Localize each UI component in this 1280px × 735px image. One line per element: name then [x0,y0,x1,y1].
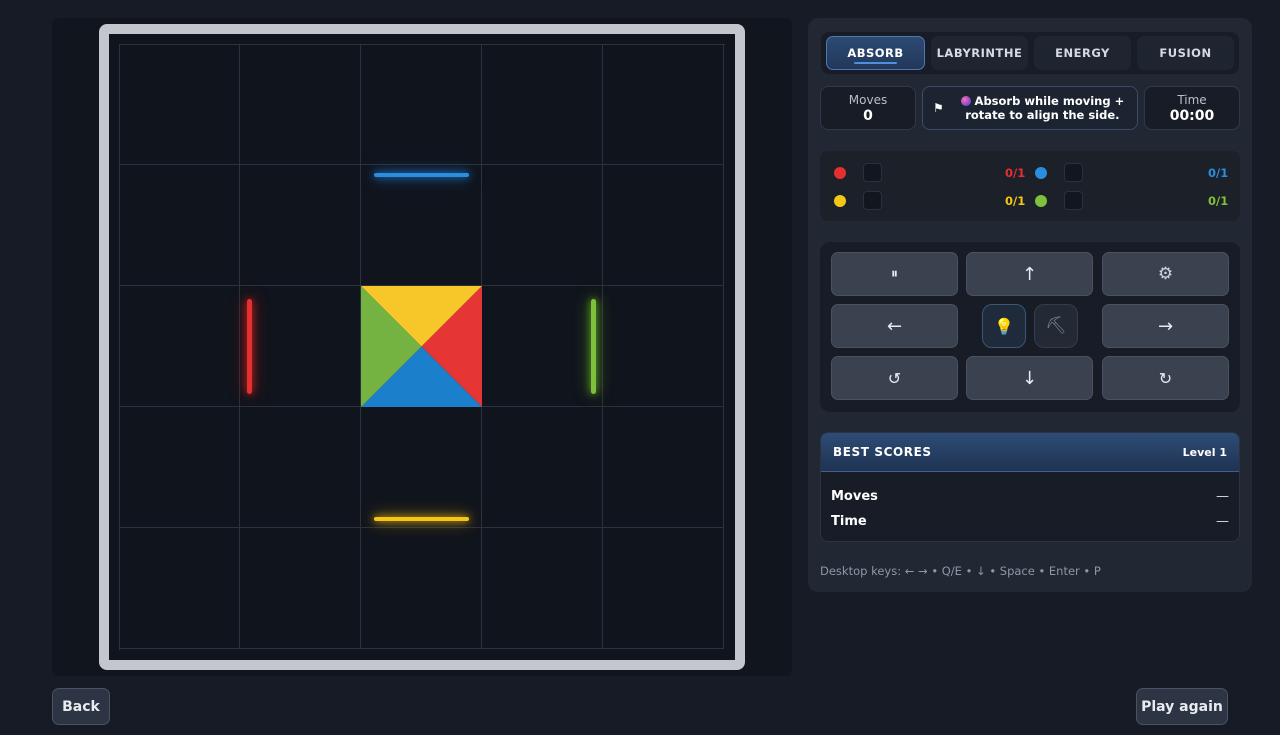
board-cell [361,44,482,165]
hint-text: Absorb while moving + rotate to align th… [956,94,1137,122]
moves-label: Moves [848,92,888,107]
control-panel: ABSORB LABYRINTHE ENERGY FUSION Moves 0 … [808,18,1252,592]
game-board-area [52,18,792,676]
time-value: 00:00 [1169,107,1215,124]
goal-checkbox [1064,163,1083,182]
arrow-left-icon: ← [886,315,903,337]
best-moves-row: Moves — [831,489,1229,504]
yellow-laser-bar [374,517,469,521]
goal-checkbox [863,191,882,210]
moves-counter: Moves 0 [820,86,916,130]
goal-count: 0/1 [1208,166,1229,180]
play-again-button[interactable]: Play again [1136,688,1228,725]
board-cell [361,528,482,649]
back-button[interactable]: Back [52,688,110,725]
tab-labyrinthe[interactable]: LABYRINTHE [931,36,1028,70]
gear-icon: ⚙ [1157,264,1174,284]
control-pad: ⏸ ↑ ⚙ ← 💡 ⛏ → ↺ ↓ ↻ [820,242,1240,412]
board-grid [119,44,725,650]
color-goals: 0/1 0/1 0/1 0/1 [820,151,1240,221]
move-down-button[interactable]: ↓ [966,356,1093,400]
rotate-left-button[interactable]: ↺ [831,356,958,400]
best-scores-title: BEST SCORES [833,445,932,459]
board-cell [119,165,240,286]
board-cell [240,407,361,528]
blue-laser-bar [374,173,469,177]
pause-button[interactable]: ⏸ [831,252,958,296]
settings-button[interactable]: ⚙ [1102,252,1229,296]
board-cell [240,286,361,407]
yellow-dot-icon [834,195,846,207]
rotate-cw-icon: ↻ [1158,368,1173,388]
board-frame [99,24,745,670]
board-cell [240,44,361,165]
orb-icon [960,96,971,106]
board-cell [603,528,724,649]
green-dot-icon [1035,195,1047,207]
timer: Time 00:00 [1144,86,1240,130]
time-label: Time [1177,92,1207,107]
board-cell [603,286,724,407]
player-piece[interactable] [361,286,482,407]
board-cell [603,165,724,286]
mode-tabs: ABSORB LABYRINTHE ENERGY FUSION [821,32,1239,74]
board-cell [119,407,240,528]
goal-red: 0/1 [834,163,1025,183]
arrow-up-icon: ↑ [1021,263,1038,285]
goal-checkbox [863,163,882,182]
board-cell [482,44,603,165]
arrow-right-icon: → [1157,315,1174,337]
red-dot-icon [834,167,846,179]
board-cell [119,528,240,649]
flag-icon: ⚑ [933,101,944,115]
board-cell [240,528,361,649]
board-cell [119,286,240,407]
rotate-right-button[interactable]: ↻ [1102,356,1229,400]
moves-value: 0 [863,107,873,124]
tab-energy[interactable]: ENERGY [1034,36,1131,70]
objective-hint: ⚑ Absorb while moving + rotate to align … [922,86,1138,130]
best-scores-header: BEST SCORES Level 1 [821,433,1239,472]
move-left-button[interactable]: ← [831,304,958,348]
red-laser-bar [247,299,252,394]
board-cell [361,407,482,528]
move-up-button[interactable]: ↑ [966,252,1093,296]
board-cell [361,165,482,286]
goal-green: 0/1 [1035,191,1229,211]
goal-yellow: 0/1 [834,191,1025,211]
goal-count: 0/1 [1005,194,1026,208]
board-cell [240,165,361,286]
board-cell [603,407,724,528]
lightbulb-icon: 💡 [994,316,1014,336]
board-cell [119,44,240,165]
tab-absorb[interactable]: ABSORB [826,36,925,70]
board-cell [482,286,603,407]
level-label: Level 1 [1182,445,1227,459]
best-scores: BEST SCORES Level 1 Moves — Time — [820,432,1240,542]
goal-checkbox [1064,191,1083,210]
rotate-ccw-icon: ↺ [887,368,902,388]
pickaxe-button[interactable]: ⛏ [1034,304,1078,348]
best-time-row: Time — [831,514,1229,529]
goal-count: 0/1 [1208,194,1229,208]
pause-icon: ⏸ [891,266,898,282]
hint-button[interactable]: 💡 [982,304,1026,348]
board-cell [482,165,603,286]
goal-blue: 0/1 [1035,163,1229,183]
arrow-down-icon: ↓ [1021,367,1038,389]
blue-dot-icon [1035,167,1047,179]
goal-count: 0/1 [1005,166,1026,180]
tab-fusion[interactable]: FUSION [1137,36,1234,70]
pickaxe-icon: ⛏ [1045,316,1067,336]
board-cell [603,44,724,165]
board-cell [482,407,603,528]
move-right-button[interactable]: → [1102,304,1229,348]
keyboard-hint: Desktop keys: ← → • Q/E • ↓ • Space • En… [820,564,1101,578]
board-cell [482,528,603,649]
green-laser-bar [591,299,596,394]
